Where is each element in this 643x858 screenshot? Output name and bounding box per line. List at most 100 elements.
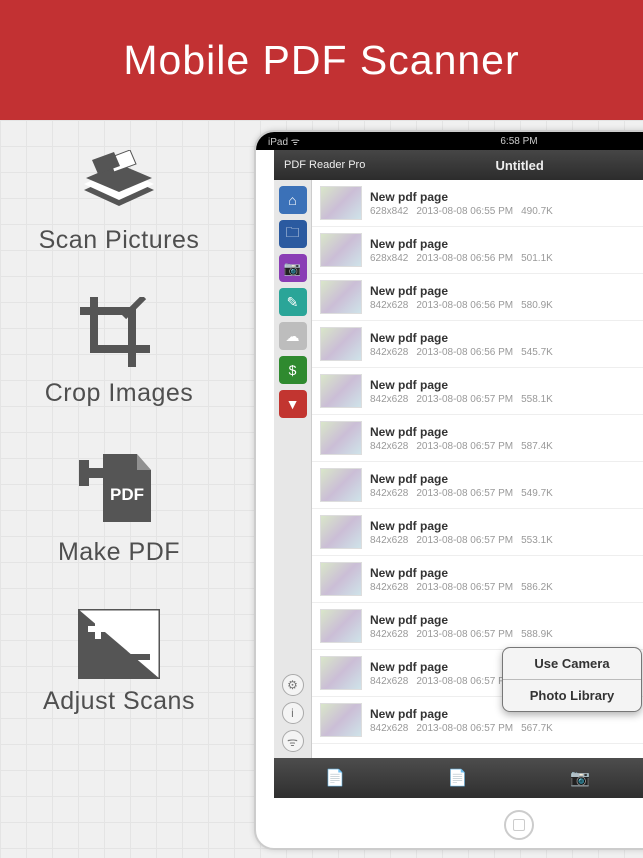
row-date: 2013-08-08 06:57 PM	[416, 441, 513, 452]
page-thumbnail	[320, 280, 362, 314]
svg-text:PDF: PDF	[110, 485, 144, 504]
table-row[interactable]: New pdf page842x6282013-08-08 06:57 PM58…	[312, 556, 643, 603]
row-date: 2013-08-08 06:57 PM	[416, 582, 513, 593]
row-meta: 842x6282013-08-08 06:57 PM567.7K	[370, 723, 561, 734]
page-thumbnail	[320, 186, 362, 220]
row-dimensions: 842x628	[370, 441, 408, 452]
table-row[interactable]: New pdf page 842x6282013-08-08 06:57 PM58…	[312, 603, 643, 650]
table-row[interactable]: New pdf page628x8422013-08-08 06:56 PM50…	[312, 227, 643, 274]
row-dimensions: 842x628	[370, 723, 408, 734]
page-thumbnail	[320, 562, 362, 596]
feature-list: Scan Pictures Crop Images PDF	[14, 150, 224, 716]
toolbar-camera[interactable]: 📷	[560, 764, 600, 792]
info-icon: i	[291, 706, 294, 720]
rail-button-home[interactable]: ⌂	[279, 186, 307, 214]
row-size: 553.1K	[521, 535, 553, 546]
row-size: 545.7K	[521, 347, 553, 358]
row-title: New pdf page	[370, 284, 561, 298]
row-title: New pdf page	[370, 613, 561, 627]
rail-button-download[interactable]: ▼	[279, 390, 307, 418]
table-row[interactable]: New pdf page842x6282013-08-08 06:57 PM55…	[312, 509, 643, 556]
feature-adjust: Adjust Scans	[14, 609, 224, 716]
photo-library-button[interactable]: Photo Library	[503, 680, 641, 711]
table-row[interactable]: New pdf page842x6282013-08-08 06:56 PM54…	[312, 321, 643, 368]
rail-info-button[interactable]: i	[282, 702, 304, 724]
row-meta: 842x6282013-08-08 06:57 PM549.7K	[370, 488, 561, 499]
rail-wifi-button[interactable]: ᯤ	[282, 730, 304, 752]
row-dimensions: 842x628	[370, 347, 408, 358]
cloud-icon: ☁	[286, 328, 300, 345]
row-dimensions: 628x842	[370, 253, 408, 264]
table-row[interactable]: New pdf page 842x6282013-08-08 06:57 PM55…	[312, 368, 643, 415]
page-thumbnail	[320, 703, 362, 737]
toolbar-add-page[interactable]: 📄	[438, 764, 478, 792]
feature-pdf: PDF Make PDF	[14, 450, 224, 567]
rail-button-folder[interactable]: 🗀	[279, 220, 307, 248]
ipad-device: iPad ᯤ 6:58 PM 🔋 PDF Reader Pro Untitled…	[254, 130, 643, 850]
row-size: 558.1K	[521, 394, 553, 405]
row-size: 567.7K	[521, 723, 553, 734]
row-date: 2013-08-08 06:56 PM	[416, 300, 513, 311]
page-list[interactable]: New pdf page628x8422013-08-08 06:55 PM49…	[312, 180, 643, 758]
page-thumbnail	[320, 233, 362, 267]
feature-label: Adjust Scans	[14, 687, 224, 716]
adjust-icon	[78, 609, 160, 679]
row-size: 549.7K	[521, 488, 553, 499]
row-size: 588.9K	[521, 629, 553, 640]
scanner-icon	[74, 150, 164, 218]
row-title: New pdf page	[370, 472, 561, 486]
app-screen: PDF Reader Pro Untitled ⌂ 🗀 📷 ✎ ☁ $ ▼ ⚙ …	[274, 150, 643, 798]
row-dimensions: 842x628	[370, 488, 408, 499]
rail-button-store[interactable]: $	[279, 356, 307, 384]
promo-banner: Mobile PDF Scanner	[0, 0, 643, 120]
row-meta: 842x6282013-08-08 06:57 PM586.2K	[370, 582, 561, 593]
row-dimensions: 842x628	[370, 629, 408, 640]
row-meta: 842x6282013-08-08 06:56 PM580.9K	[370, 300, 561, 311]
table-row[interactable]: New pdf page 842x6282013-08-08 06:57 PM54…	[312, 462, 643, 509]
rail-button-edit[interactable]: ✎	[279, 288, 307, 316]
row-size: 586.2K	[521, 582, 553, 593]
feature-label: Make PDF	[14, 538, 224, 567]
row-date: 2013-08-08 06:55 PM	[416, 206, 513, 217]
status-bar: iPad ᯤ 6:58 PM 🔋	[256, 132, 643, 150]
use-camera-button[interactable]: Use Camera	[503, 648, 641, 680]
row-date: 2013-08-08 06:57 PM	[416, 535, 513, 546]
crop-icon	[80, 297, 158, 371]
camera-icon: 📷	[570, 768, 590, 788]
app-navbar: PDF Reader Pro Untitled	[274, 150, 643, 180]
row-title: New pdf page	[370, 378, 561, 392]
wifi-icon: ᯤ	[287, 733, 298, 750]
feature-label: Scan Pictures	[14, 226, 224, 255]
page-thumbnail	[320, 515, 362, 549]
row-meta: 842x628 2013-08-08 06:57 PM 553.1K	[370, 535, 561, 546]
row-date: 2013-08-08 06:57 PM	[416, 676, 513, 687]
banner-title: Mobile PDF Scanner	[123, 37, 519, 84]
row-title: New pdf page	[370, 190, 561, 204]
page-title: Untitled	[365, 158, 643, 173]
row-title: New pdf page	[370, 425, 561, 439]
back-button[interactable]: PDF Reader Pro	[284, 159, 365, 171]
page-thumbnail	[320, 468, 362, 502]
page-thumbnail	[320, 609, 362, 643]
table-row[interactable]: New pdf page628x8422013-08-08 06:55 PM49…	[312, 180, 643, 227]
row-dimensions: 628x842	[370, 206, 408, 217]
rail-settings-button[interactable]: ⚙	[282, 674, 304, 696]
table-row[interactable]: New pdf page842x6282013-08-08 06:56 PM58…	[312, 274, 643, 321]
row-meta: 842x6282013-08-08 06:57 PM558.1K	[370, 394, 561, 405]
page-thumbnail	[320, 421, 362, 455]
row-meta: 842x6282013-08-08 06:57 PM588.9K	[370, 629, 561, 640]
camera-icon: 📷	[284, 260, 301, 277]
rail-button-camera[interactable]: 📷	[279, 254, 307, 282]
row-dimensions: 842x628	[370, 300, 408, 311]
row-title: New pdf page	[370, 237, 561, 251]
document-icon: 📄	[325, 768, 345, 788]
row-meta: 628x8422013-08-08 06:55 PM490.7K	[370, 206, 561, 217]
ipad-home-button[interactable]	[504, 810, 534, 840]
row-dimensions: 842x628	[370, 394, 408, 405]
rail-button-cloud[interactable]: ☁	[279, 322, 307, 350]
row-dimensions: 842x628	[370, 535, 408, 546]
page-thumbnail	[320, 374, 362, 408]
sidebar-rail: ⌂ 🗀 📷 ✎ ☁ $ ▼ ⚙ i ᯤ	[274, 180, 312, 758]
toolbar-new-doc[interactable]: 📄	[315, 764, 355, 792]
table-row[interactable]: New pdf page842x6282013-08-08 06:57 PM58…	[312, 415, 643, 462]
